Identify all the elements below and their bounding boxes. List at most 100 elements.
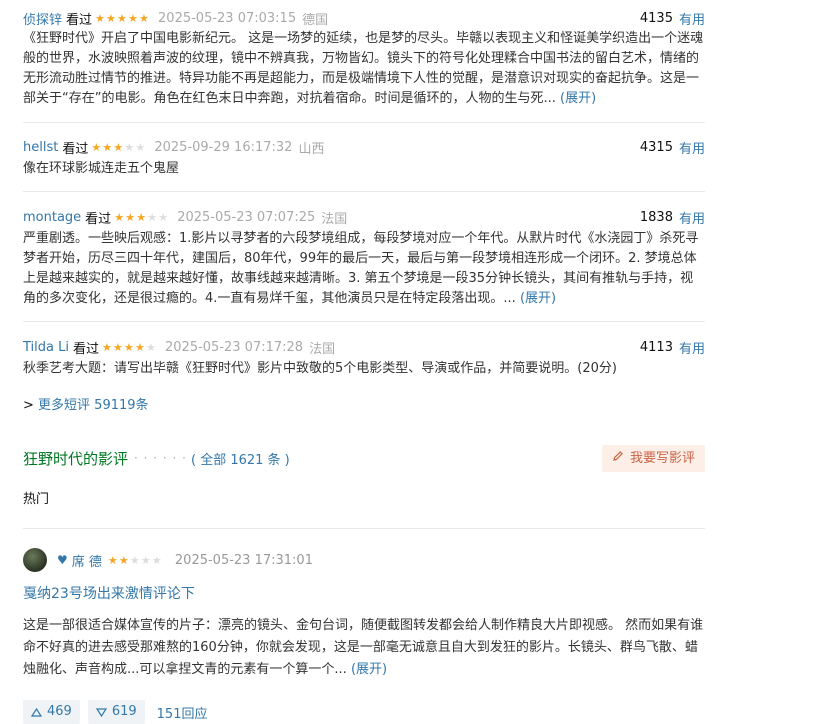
upvote-count: 469 [47, 704, 72, 719]
more-comments-label[interactable]: 更多短评 59119条 [38, 398, 149, 413]
comment-location: 山西 [298, 141, 325, 157]
comment-header: montage 看过 ★ ★ ★ ★ ★ 2025-05-23 07:07:25 法国 … [23, 207, 705, 227]
review-author[interactable]: 席 德 [72, 551, 102, 570]
comment-user[interactable]: montage [23, 210, 81, 225]
comment-user[interactable]: Tilda Li [23, 340, 69, 355]
star-icon: ★ [113, 140, 124, 154]
comment-content: 像在环球影城连走五个鬼屋 [23, 161, 180, 176]
filter-label: 热门 [23, 492, 50, 507]
comment-text: 秋季艺考大题：请写出毕赣《狂野时代》影片中致敬的5个电影类型、导演或作品，并简要… [23, 359, 705, 379]
comment-item: hellst 看过 ★ ★ ★ ★ ★ 2025-09-29 16:17:32 山西 4… [23, 137, 705, 192]
thumb-down-icon [95, 707, 107, 717]
useful-button[interactable]: 有用 [679, 338, 705, 357]
useful-button[interactable]: 有用 [679, 9, 705, 28]
star-icon: ★ [135, 340, 145, 354]
star-icon: ★ [158, 210, 169, 224]
filter-hot[interactable]: 热门 [23, 488, 49, 507]
comment-location: 法国 [309, 341, 336, 357]
review-time: 2025-05-23 17:31:01 [174, 552, 313, 568]
star-icon: ★ [136, 210, 147, 224]
star-icon: ★ [146, 340, 156, 354]
star-icon: ★ [91, 140, 102, 154]
rating-stars: ★ ★ ★ ★ ★ [95, 13, 150, 24]
vote-count: 4135 [639, 10, 673, 26]
star-icon: ★ [106, 11, 116, 25]
comment-time: 2025-09-29 16:17:32 [154, 139, 293, 155]
comment-item: 侦探锌 看过 ★ ★ ★ ★ ★ 2025-05-23 07:03:15 德国 4135… [23, 8, 705, 123]
upvote-button[interactable]: 469 [23, 700, 80, 724]
rating-stars: ★ ★ ★ ★ ★ [114, 212, 169, 223]
thumb-up-icon [31, 707, 42, 717]
star-icon: ★ [129, 553, 140, 567]
star-icon: ★ [107, 553, 118, 567]
comment-status: 看过 [62, 141, 89, 157]
useful-button[interactable]: 有用 [679, 138, 705, 157]
star-icon: ★ [135, 140, 146, 154]
review-excerpt: 这是一部很适合媒体宣传的片子：漂亮的镜头、金句台词，随便截图转发都会给人制作精良… [23, 615, 705, 681]
review-actions: 469 619 151回应 [23, 700, 705, 724]
star-icon: ★ [95, 11, 105, 25]
expand-link[interactable]: (展开) [351, 662, 387, 677]
star-icon: ★ [102, 340, 112, 354]
section-dots: · · · · · · [134, 451, 187, 465]
all-reviews-link[interactable]: ( 全部 1621 条 ) [191, 449, 290, 468]
pencil-icon [612, 445, 624, 472]
comment-location: 法国 [321, 211, 348, 227]
divider [23, 528, 705, 529]
review-title[interactable]: 戛纳23号场出来激情评论下 [23, 583, 705, 603]
more-comments-prefix: > [23, 398, 34, 413]
expand-link[interactable]: (展开) [560, 91, 596, 106]
comment-status: 看过 [66, 12, 93, 28]
star-icon: ★ [118, 553, 129, 567]
comment-status: 看过 [72, 341, 99, 357]
comment-item: montage 看过 ★ ★ ★ ★ ★ 2025-05-23 07:07:25 法国 … [23, 207, 705, 322]
comment-content: 秋季艺考大题：请写出毕赣《狂野时代》影片中致敬的5个电影类型、导演或作品，并简要… [23, 361, 617, 376]
star-icon: ★ [147, 210, 158, 224]
avatar[interactable] [23, 548, 47, 572]
comment-header: Tilda Li 看过 ★ ★ ★ ★ ★ 2025-05-23 07:17:28 法国… [23, 337, 705, 357]
expand-link[interactable]: (展开) [520, 291, 556, 306]
vote-count: 4315 [639, 139, 673, 155]
heart-icon: ♥ [57, 553, 68, 567]
downvote-button[interactable]: 619 [87, 700, 145, 724]
comment-header: hellst 看过 ★ ★ ★ ★ ★ 2025-09-29 16:17:32 山西 4… [23, 137, 705, 157]
star-icon: ★ [124, 140, 135, 154]
comment-text: 《狂野时代》开启了中国电影新纪元。 这是一场梦的延续，也是梦的尽头。毕赣以表现主… [23, 29, 705, 109]
write-review-button[interactable]: 我要写影评 [601, 444, 705, 472]
review-item: ♥ 席 德 ★ ★ ★ ★ ★ 2025-05-23 17:31:01 戛纳23号场出来… [23, 548, 705, 724]
star-icon: ★ [117, 11, 127, 25]
comment-content: 严重剧透。一些映后观感：1.影片以寻梦者的六段梦境组成，每段梦境对应一个年代。从… [23, 231, 699, 306]
star-icon: ★ [102, 140, 113, 154]
star-icon: ★ [140, 553, 151, 567]
comment-text: 严重剧透。一些映后观感：1.影片以寻梦者的六段梦境组成，每段梦境对应一个年代。从… [23, 229, 705, 309]
rating-stars: ★ ★ ★ ★ ★ [91, 142, 146, 153]
comment-user[interactable]: 侦探锌 [23, 9, 62, 28]
star-icon: ★ [113, 340, 123, 354]
star-icon: ★ [124, 340, 134, 354]
section-title: 狂野时代的影评 [23, 449, 129, 468]
write-review-label: 我要写影评 [629, 450, 695, 466]
comment-content: 《狂野时代》开启了中国电影新纪元。 这是一场梦的延续，也是梦的尽头。毕赣以表现主… [23, 31, 704, 106]
comment-location: 德国 [302, 12, 329, 28]
rating-stars: ★ ★ ★ ★ ★ [108, 555, 163, 566]
rating-stars: ★ ★ ★ ★ ★ [102, 342, 157, 353]
star-icon: ★ [151, 553, 162, 567]
comment-user[interactable]: hellst [23, 140, 58, 155]
comment-text: 像在环球影城连走五个鬼屋 [23, 159, 705, 179]
reply-link[interactable]: 151回应 [157, 703, 208, 722]
useful-button[interactable]: 有用 [679, 208, 705, 227]
comment-time: 2025-05-23 07:17:28 [165, 339, 304, 355]
star-icon: ★ [125, 210, 136, 224]
comment-time: 2025-05-23 07:07:25 [177, 209, 316, 225]
comment-header: 侦探锌 看过 ★ ★ ★ ★ ★ 2025-05-23 07:03:15 德国 4135… [23, 8, 705, 28]
more-comments-link[interactable]: > 更多短评 59119条 [23, 394, 149, 413]
star-icon: ★ [114, 210, 125, 224]
star-icon: ★ [139, 11, 149, 25]
comment-time: 2025-05-23 07:03:15 [158, 10, 297, 26]
reviews-section-header: 狂野时代的影评 · · · · · · ( 全部 1621 条 ) 我要写影评 [23, 444, 705, 472]
vote-count: 1838 [639, 209, 673, 225]
comment-status: 看过 [85, 211, 112, 227]
star-icon: ★ [128, 11, 138, 25]
review-header: ♥ 席 德 ★ ★ ★ ★ ★ 2025-05-23 17:31:01 [23, 548, 705, 572]
downvote-count: 619 [111, 704, 137, 719]
